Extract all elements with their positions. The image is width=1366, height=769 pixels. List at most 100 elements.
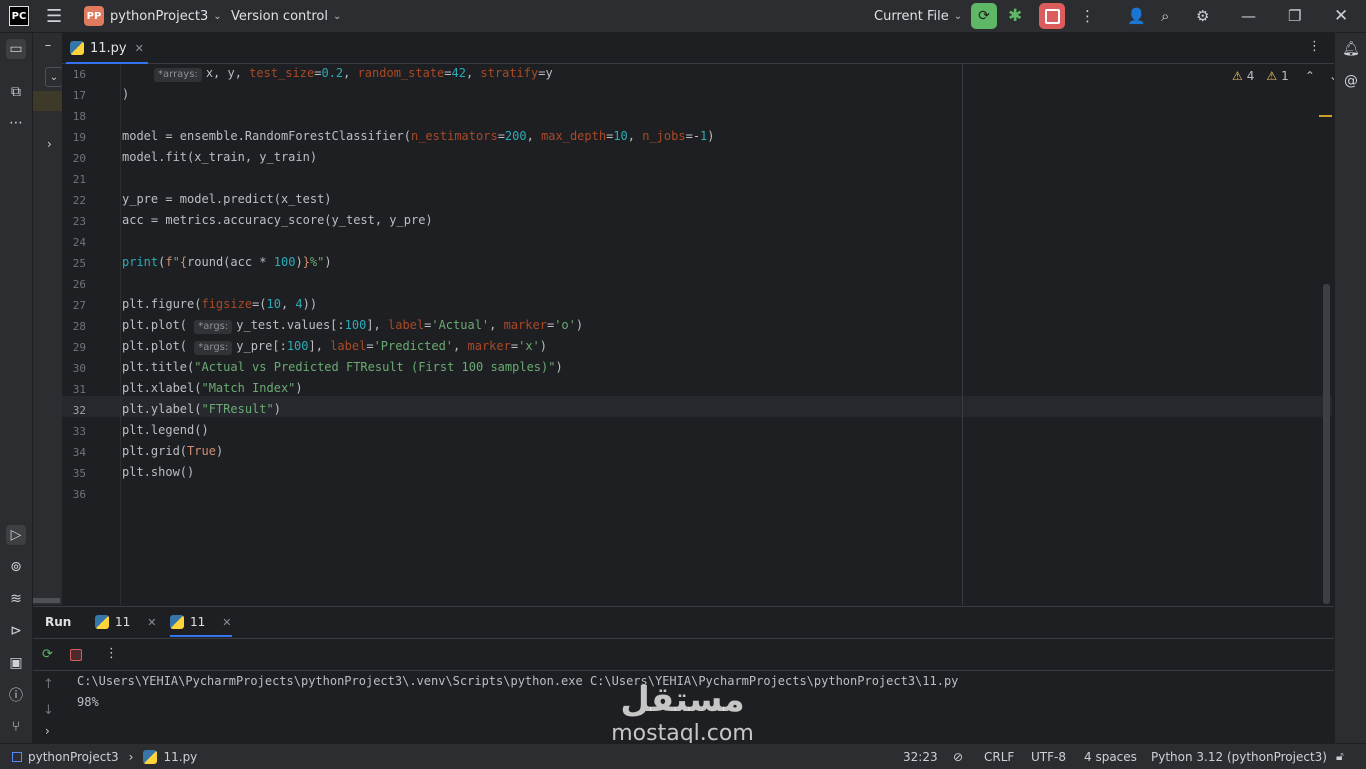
notifications-button[interactable]: 🔔︎ [1341,39,1361,59]
code-line[interactable]: plt.plot( *args: y_pre[:100], label='Pred… [122,339,547,355]
rerun-icon: ⟳ [971,3,997,29]
code-line[interactable]: plt.figure(figsize=(10, 4)) [122,297,317,311]
chevron-up-icon[interactable]: ⌃ [1305,69,1315,83]
run-tab-1[interactable]: 11 ✕ [95,607,157,637]
line-ending[interactable]: CRLF [984,744,1014,769]
rerun-button[interactable]: ⟳ [971,0,997,32]
breadcrumb-file[interactable]: 11.py [163,750,197,764]
git-tool-button[interactable]: ⑂ [6,717,26,737]
collapse-icon[interactable]: – [38,35,58,55]
close-icon[interactable]: ✕ [147,616,156,629]
services-tool-button[interactable]: ⊳ [6,621,26,641]
python-file-icon [95,615,109,629]
arrow-up-icon[interactable]: ↑ [43,677,54,692]
horizontal-scrollbar[interactable] [33,598,60,603]
chevron-down-icon[interactable]: ⌄ [1329,69,1334,83]
minimize-icon: — [1241,7,1256,25]
line-number: 23 [72,215,86,228]
file-encoding[interactable]: UTF-8 [1031,744,1066,769]
code-line[interactable]: acc = metrics.accuracy_score(y_test, y_p… [122,213,433,227]
code-with-me-button[interactable]: 👤 [1127,0,1146,32]
run-config-selector[interactable]: Current File ⌄ [874,0,962,32]
close-window-button[interactable]: ✕ [1334,0,1348,32]
chevron-down-icon[interactable]: ⌄ [45,67,63,87]
code-editor[interactable]: 16 17 18 19 20 21 22 23 24 25 26 27 28 29 30 31 32 33 34 35… [62,64,1334,605]
code-line[interactable]: model.fit(x_train, y_train) [122,150,317,164]
lock-icon[interactable]: 🔓︎ [1336,744,1344,769]
run-tab-2[interactable]: 11 ✕ [170,607,232,637]
stop-button[interactable] [1039,0,1065,32]
code-token: "Actual vs Predicted FTResult (First 100… [194,360,556,374]
tab-actions-button[interactable]: ⋮ [1308,39,1321,54]
code-line[interactable]: plt.show() [122,465,194,479]
code-line[interactable]: plt.grid(True) [122,444,223,458]
python-interpreter[interactable]: Python 3.12 (pythonProject3) [1151,744,1327,769]
code-line[interactable]: plt.legend() [122,423,209,437]
chevron-right-icon[interactable]: › [45,724,50,738]
terminal-tool-button[interactable]: ▣ [6,653,26,673]
breadcrumb: pythonProject3 › 11.py [12,744,197,769]
readonly-toggle[interactable]: ⊘ [953,744,963,769]
settings-button[interactable]: ⚙ [1196,0,1209,32]
layers-tool-button[interactable]: ≋ [6,589,26,609]
run-panel-title: Run [45,615,72,629]
line-number: 21 [72,173,86,186]
close-icon[interactable]: ✕ [135,42,144,55]
ai-assistant-button[interactable]: @ [1341,71,1361,91]
more-tools-button[interactable]: ⋯ [6,113,26,133]
main-menu-button[interactable]: ☰ [46,0,62,32]
more-actions-button[interactable]: ⋮ [1080,0,1095,32]
code-token: plt.plot( [122,318,195,332]
code-token: y_test.values[: [236,318,345,332]
bell-icon: 🔔︎ [1342,41,1360,57]
parameter-hint: *arrays: [154,68,202,82]
editor-tab-11py[interactable]: 11.py ✕ [66,33,148,64]
line-number: 33 [72,425,86,438]
problems-tool-button[interactable]: ⓘ [6,685,26,705]
stop-icon[interactable] [70,649,82,661]
chevron-right-icon[interactable]: › [47,137,52,151]
caret-position[interactable]: 32:23 [903,744,938,769]
project-tool-button[interactable]: ▭ [6,39,26,59]
indent-setting[interactable]: 4 spaces [1084,744,1137,769]
code-line[interactable]: plt.ylabel("FTResult") [122,402,281,416]
restore-button[interactable]: ❐ [1288,0,1301,32]
code-line[interactable]: print(f"{round(acc * 100)}%") [122,255,332,269]
search-button[interactable]: ⌕ [1161,0,1169,32]
code-token: plt.legend() [122,423,209,437]
line-number: 22 [72,194,86,207]
code-token: ) [575,318,584,332]
code-line[interactable]: plt.plot( *args: y_test.values[:100], lab… [122,318,583,334]
code-token: } [302,255,310,269]
code-line[interactable]: y_pre = model.predict(x_test) [122,192,332,206]
vcs-selector[interactable]: Version control ⌄ [231,0,341,32]
project-selector[interactable]: PP pythonProject3 ⌄ [84,0,222,32]
rerun-button[interactable]: ⟳ [42,647,53,662]
code-token: marker [503,318,547,332]
divider [33,638,1334,639]
code-line[interactable]: *arrays: x, y, test_size = 0.2, random_stat… [154,66,553,82]
console-command-line: C:\Users\YEHIA\PycharmProjects\pythonPro… [77,674,959,688]
spiral-icon: @ [1344,73,1358,89]
debug-button[interactable]: ✱ [1008,0,1022,32]
inspection-widget[interactable]: ⚠ 4 ⚠ 1 ⌃ ⌄ [1232,69,1334,83]
structure-tool-button[interactable]: ⧉ [6,82,26,102]
code-line[interactable]: ) [122,87,129,101]
code-token: plt.title( [122,360,195,374]
python-file-icon [70,41,84,55]
close-icon[interactable]: ✕ [222,616,231,629]
minimize-button[interactable]: — [1241,0,1256,32]
code-line[interactable]: model = ensemble.RandomForestClassifier(… [122,129,715,143]
arrow-down-icon[interactable]: ↓ [43,703,54,718]
breadcrumb-project[interactable]: pythonProject3 [28,750,119,764]
code-line[interactable]: plt.title("Actual vs Predicted FTResult … [122,360,563,374]
code-token: 'Predicted' [373,339,454,353]
code-token: "Match Index" [201,381,296,395]
python-packages-button[interactable]: ⊚ [6,557,26,577]
vertical-scrollbar[interactable] [1323,284,1330,604]
warning-stripe-marker[interactable] [1319,115,1332,117]
code-line[interactable]: plt.xlabel("Match Index") [122,381,303,395]
active-tab-indicator [170,635,232,637]
more-vertical-icon[interactable]: ⋮ [105,646,118,661]
run-tool-button[interactable]: ▷ [6,525,26,545]
